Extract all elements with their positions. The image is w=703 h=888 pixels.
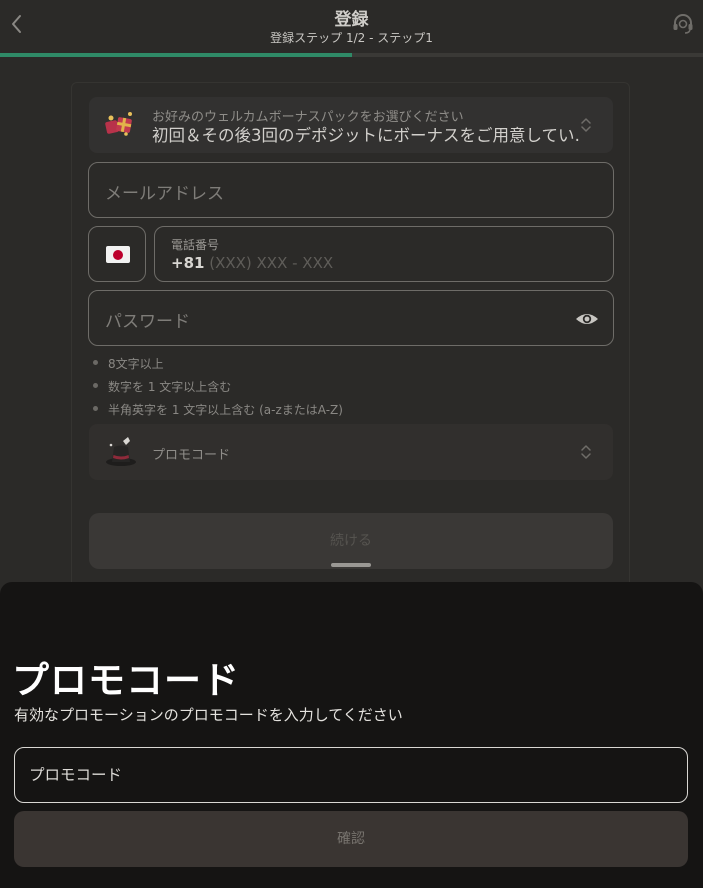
bullet-icon [93, 383, 98, 388]
phone-country-code: +81 [171, 254, 205, 272]
confirm-button[interactable]: 確認 [14, 811, 688, 867]
japan-flag-icon [106, 246, 130, 263]
next-button[interactable]: 続ける [89, 513, 613, 569]
eye-icon[interactable] [575, 307, 599, 331]
email-field[interactable]: メールアドレス [88, 162, 614, 218]
phone-placeholder: (XXX) XXX - XXX [204, 254, 334, 272]
gift-icon [105, 112, 132, 136]
country-code-select[interactable] [88, 226, 146, 282]
phone-label: 電話番号 [171, 238, 220, 252]
password-rule-text: 数字を 1 文字以上含む [108, 380, 232, 394]
promo-code-sheet: プロモコード 有効なプロモーションのプロモコードを入力してください 確認 [0, 582, 703, 888]
magic-hat-icon [106, 437, 136, 466]
sheet-drag-handle[interactable] [331, 563, 371, 567]
bonus-select-value: 初回＆その後3回のデポジットにボーナスをご用意してい… [152, 126, 580, 145]
header: 登録 登録ステップ 1/2 - ステップ1 [0, 0, 703, 58]
password-rule-text: 8文字以上 [108, 357, 164, 371]
email-placeholder: メールアドレス [105, 184, 224, 204]
promo-select-label: プロモコード [152, 448, 231, 463]
welcome-bonus-select[interactable]: お好みのウェルカムボーナスパックをお選びください 初回＆その後3回のデポジットに… [89, 97, 613, 153]
phone-field[interactable]: 電話番号 +81 (XXX) XXX - XXX [154, 226, 614, 282]
step-indicator: 登録ステップ 1/2 - ステップ1 [270, 31, 433, 45]
chevron-updown-icon [581, 118, 591, 132]
sheet-description: 有効なプロモーションのプロモコードを入力してください [14, 706, 403, 724]
chevron-updown-icon [581, 445, 591, 459]
bullet-icon [93, 406, 98, 411]
password-rule-text: 半角英字を 1 文字以上含む (a-zまたはA-Z) [108, 403, 343, 417]
progress-bar [0, 53, 703, 57]
support-headset-icon[interactable] [671, 12, 695, 36]
sheet-title: プロモコード [12, 659, 240, 702]
page-title: 登録 [334, 10, 369, 30]
promo-code-select[interactable]: プロモコード [89, 424, 613, 480]
password-field[interactable]: パスワード [88, 290, 614, 346]
password-placeholder: パスワード [105, 312, 190, 332]
bullet-icon [93, 360, 98, 365]
promo-code-input[interactable] [14, 747, 688, 803]
phone-input[interactable]: +81 (XXX) XXX - XXX [171, 254, 333, 272]
progress-bar-fill [0, 53, 352, 57]
